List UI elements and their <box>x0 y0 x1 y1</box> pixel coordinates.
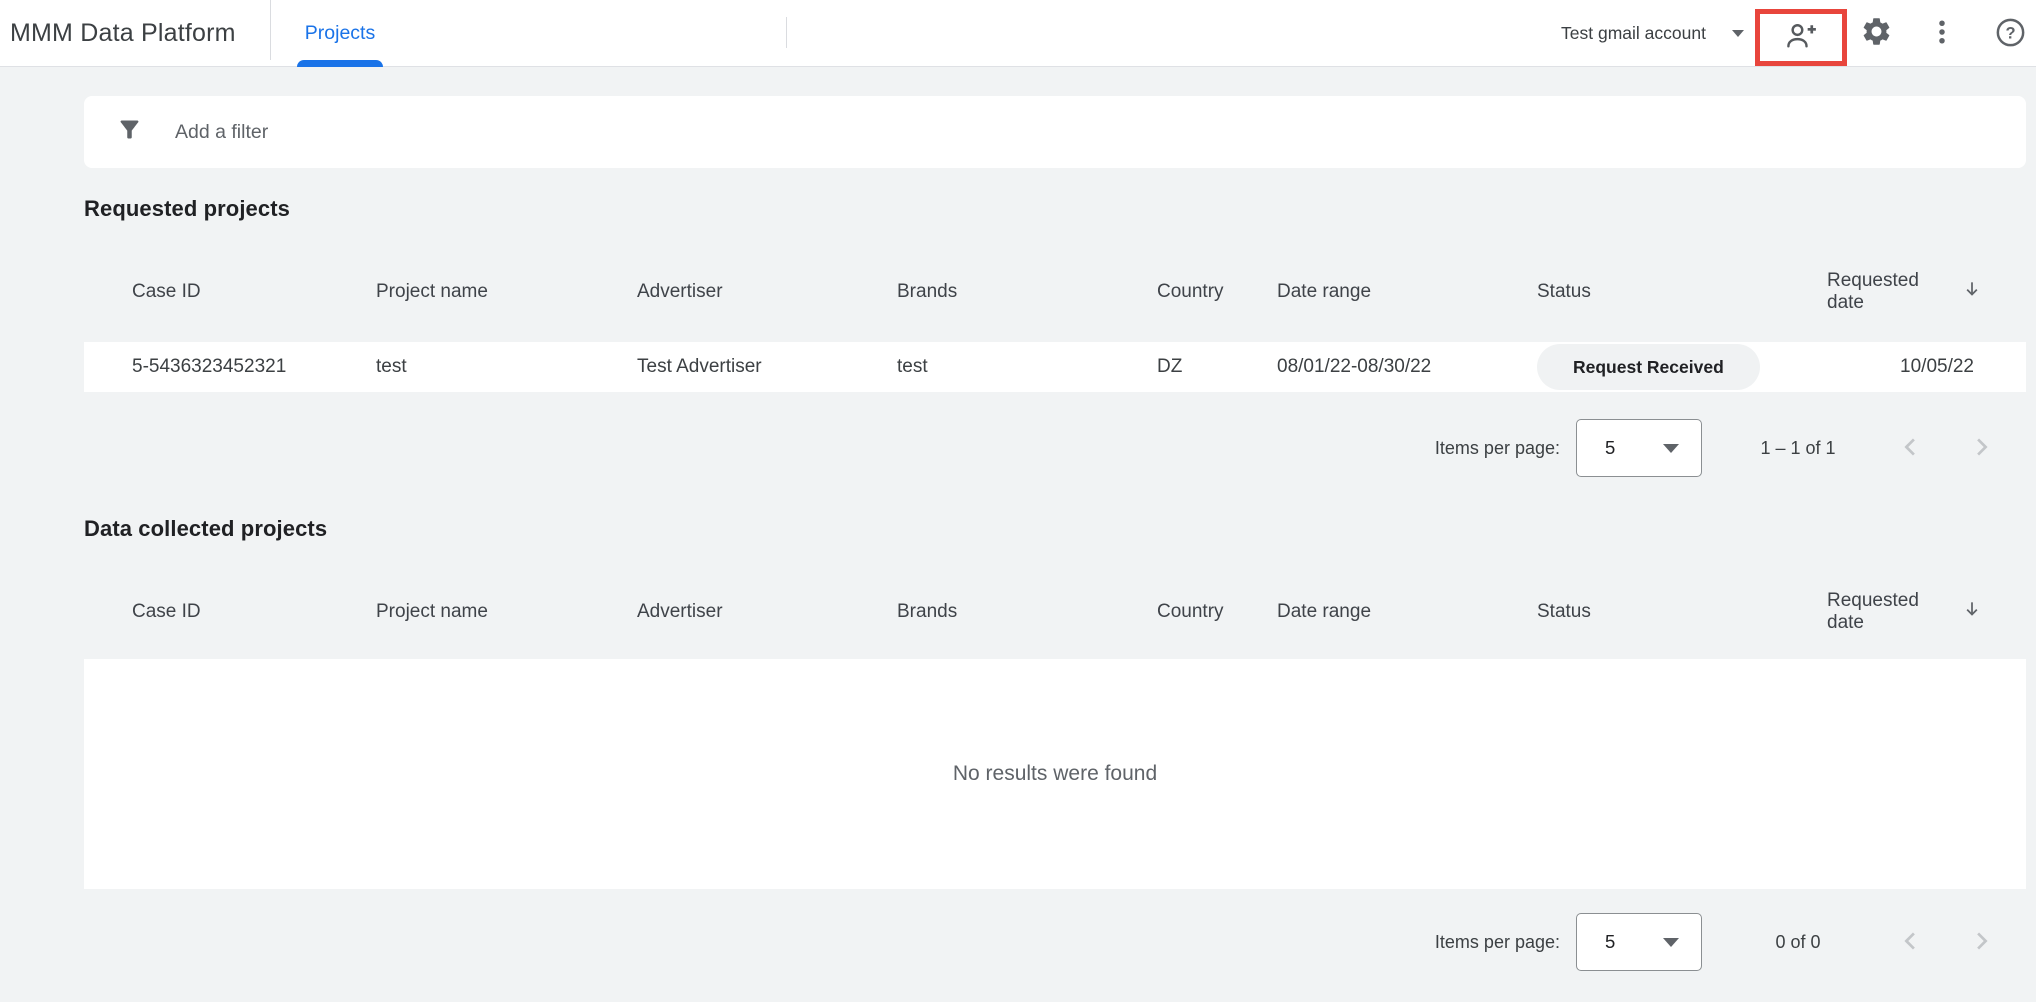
filter-input[interactable] <box>175 121 1075 144</box>
cell-advertiser: Test Advertiser <box>637 356 897 378</box>
sort-descending-icon <box>1962 599 1982 625</box>
previous-page-button[interactable] <box>1896 927 1926 957</box>
chevron-right-icon <box>1967 927 1995 958</box>
tab-projects-label: Projects <box>305 22 375 45</box>
column-header-status: Status <box>1537 601 1827 623</box>
requested-projects-title: Requested projects <box>84 196 2026 222</box>
app-header: MMM Data Platform Projects Test gmail ac… <box>0 0 2036 67</box>
account-label: Test gmail account <box>1561 23 1706 44</box>
account-menu[interactable]: Test gmail account <box>1561 0 1744 67</box>
main-content: Requested projects Case ID Project name … <box>84 96 2026 972</box>
requested-projects-pagination: Items per page: 5 1 – 1 of 1 <box>84 418 2026 478</box>
column-header-country: Country <box>1157 281 1277 303</box>
add-user-button[interactable] <box>1784 19 1818 56</box>
filter-bar[interactable] <box>84 96 2026 168</box>
column-header-date-range: Date range <box>1277 281 1537 303</box>
sort-descending-icon <box>1962 279 1982 305</box>
chevron-right-icon <box>1967 433 1995 464</box>
cell-case-id: 5-5436323452321 <box>84 356 376 378</box>
header-divider-2 <box>786 17 787 48</box>
data-collected-pagination: Items per page: 5 0 of 0 <box>84 912 2026 972</box>
empty-state-message: No results were found <box>953 762 1157 786</box>
items-per-page-select[interactable]: 5 <box>1576 913 1702 971</box>
column-header-brands: Brands <box>897 601 1157 623</box>
tab-projects[interactable]: Projects <box>297 0 383 67</box>
cell-project-name: test <box>376 356 637 378</box>
gear-icon <box>1860 15 1893 51</box>
chevron-down-icon <box>1732 30 1744 37</box>
cell-brands: test <box>897 356 1157 378</box>
table-row[interactable]: 5-5436323452321 test Test Advertiser tes… <box>84 342 2026 392</box>
items-per-page-select[interactable]: 5 <box>1576 419 1702 477</box>
column-header-requested-date[interactable]: Requested date <box>1827 270 2026 314</box>
help-button[interactable]: ? <box>1994 17 2027 50</box>
column-header-country: Country <box>1157 601 1277 623</box>
page-range-text: 1 – 1 of 1 <box>1758 438 1838 459</box>
chevron-left-icon <box>1897 927 1925 958</box>
chevron-down-icon <box>1663 444 1679 453</box>
next-page-button[interactable] <box>1966 927 1996 957</box>
cell-date-range: 08/01/22-08/30/22 <box>1277 356 1537 378</box>
status-badge: Request Received <box>1537 344 1760 390</box>
cell-requested-date: 10/05/22 <box>1827 356 2026 378</box>
cell-status: Request Received <box>1537 344 1827 390</box>
column-header-advertiser: Advertiser <box>637 601 897 623</box>
column-header-brands: Brands <box>897 281 1157 303</box>
filter-icon <box>116 116 143 148</box>
items-per-page-label: Items per page: <box>1435 932 1560 953</box>
settings-button[interactable] <box>1859 16 1893 50</box>
header-divider <box>270 0 271 60</box>
app-title: MMM Data Platform <box>10 0 236 67</box>
column-header-case-id: Case ID <box>84 281 376 303</box>
help-icon: ? <box>1994 16 2027 52</box>
annotation-highlight-box <box>1755 9 1847 66</box>
chevron-left-icon <box>1897 433 1925 464</box>
data-collected-header-row: Case ID Project name Advertiser Brands C… <box>84 588 2026 636</box>
more-options-button[interactable] <box>1927 18 1957 48</box>
column-header-project-name: Project name <box>376 281 637 303</box>
screen: MMM Data Platform Projects Test gmail ac… <box>0 0 2036 1002</box>
items-per-page-value: 5 <box>1605 437 1615 459</box>
data-collected-projects-title: Data collected projects <box>84 516 2026 542</box>
column-header-requested-date[interactable]: Requested date <box>1827 590 2026 634</box>
page-range-text: 0 of 0 <box>1758 932 1838 953</box>
cell-country: DZ <box>1157 356 1277 378</box>
svg-text:?: ? <box>2005 24 2015 42</box>
chevron-down-icon <box>1663 938 1679 947</box>
column-header-status: Status <box>1537 281 1827 303</box>
requested-projects-header-row: Case ID Project name Advertiser Brands C… <box>84 268 2026 316</box>
column-header-date-range: Date range <box>1277 601 1537 623</box>
empty-table-body: No results were found <box>84 659 2026 889</box>
column-header-project-name: Project name <box>376 601 637 623</box>
active-tab-indicator <box>297 60 383 67</box>
column-header-advertiser: Advertiser <box>637 281 897 303</box>
person-add-icon <box>1784 19 1818 56</box>
items-per-page-value: 5 <box>1605 931 1615 953</box>
column-header-case-id: Case ID <box>84 601 376 623</box>
items-per-page-label: Items per page: <box>1435 438 1560 459</box>
next-page-button[interactable] <box>1966 433 1996 463</box>
kebab-menu-icon <box>1927 17 1957 50</box>
previous-page-button[interactable] <box>1896 433 1926 463</box>
